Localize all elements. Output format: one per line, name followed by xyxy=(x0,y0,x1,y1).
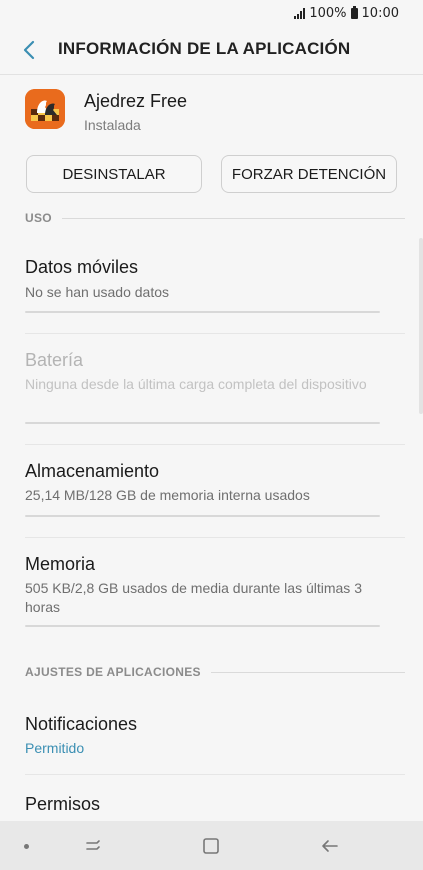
divider xyxy=(25,333,405,334)
notifications-subtitle: Permitido xyxy=(25,740,85,756)
section-app-settings-label: AJUSTES DE APLICACIONES xyxy=(25,665,201,679)
permissions-title: Permisos xyxy=(25,794,101,814)
divider xyxy=(25,774,405,775)
nav-indicator-dot xyxy=(24,844,29,849)
notifications-title: Notificaciones xyxy=(25,714,138,734)
section-divider xyxy=(61,217,405,219)
back-arrow-icon[interactable] xyxy=(18,38,42,62)
status-bar: 100% 10:00 xyxy=(0,0,423,28)
section-app-settings: AJUSTES DE APLICACIONES xyxy=(25,664,405,680)
memory-title: Memoria xyxy=(25,554,96,574)
page-title: INFORMACIÓN DE LA APLICACIÓN xyxy=(58,39,351,58)
signal-icon xyxy=(294,8,306,19)
app-install-status: Instalada xyxy=(84,117,141,133)
app-bar: INFORMACIÓN DE LA APLICACIÓN xyxy=(0,28,423,75)
home-icon[interactable] xyxy=(200,835,222,857)
divider xyxy=(25,444,405,445)
back-nav-icon[interactable] xyxy=(319,835,341,857)
battery-usage-bar xyxy=(25,422,380,424)
memory-usage-bar xyxy=(25,625,380,627)
uninstall-button[interactable]: DESINSTALAR xyxy=(26,155,202,193)
clock: 10:00 xyxy=(361,6,399,21)
memory-subtitle: 505 KB/2,8 GB usados de media durante la… xyxy=(25,580,362,615)
storage-usage-bar xyxy=(25,515,380,517)
section-divider xyxy=(210,671,405,673)
app-name: Ajedrez Free xyxy=(84,91,188,111)
navigation-bar xyxy=(0,821,423,870)
recent-apps-icon[interactable] xyxy=(83,835,105,857)
section-usage-label: USO xyxy=(25,211,52,225)
force-stop-button[interactable]: FORZAR DETENCIÓN xyxy=(221,155,397,193)
status-indicators: 100% 10:00 xyxy=(294,6,399,21)
battery-subtitle: Ninguna desde la última carga completa d… xyxy=(25,376,367,392)
battery-title: Batería xyxy=(25,350,84,370)
battery-percent: 100% xyxy=(309,6,347,21)
storage-title: Almacenamiento xyxy=(25,461,160,481)
section-usage: USO xyxy=(25,210,405,226)
mobile-data-usage-bar xyxy=(25,311,380,313)
scrollbar[interactable] xyxy=(419,238,423,414)
mobile-data-subtitle: No se han usado datos xyxy=(25,284,169,300)
divider xyxy=(25,537,405,538)
storage-subtitle: 25,14 MB/128 GB de memoria interna usado… xyxy=(25,487,310,503)
chess-app-icon xyxy=(25,89,65,129)
battery-icon xyxy=(350,6,358,19)
mobile-data-title: Datos móviles xyxy=(25,257,139,277)
